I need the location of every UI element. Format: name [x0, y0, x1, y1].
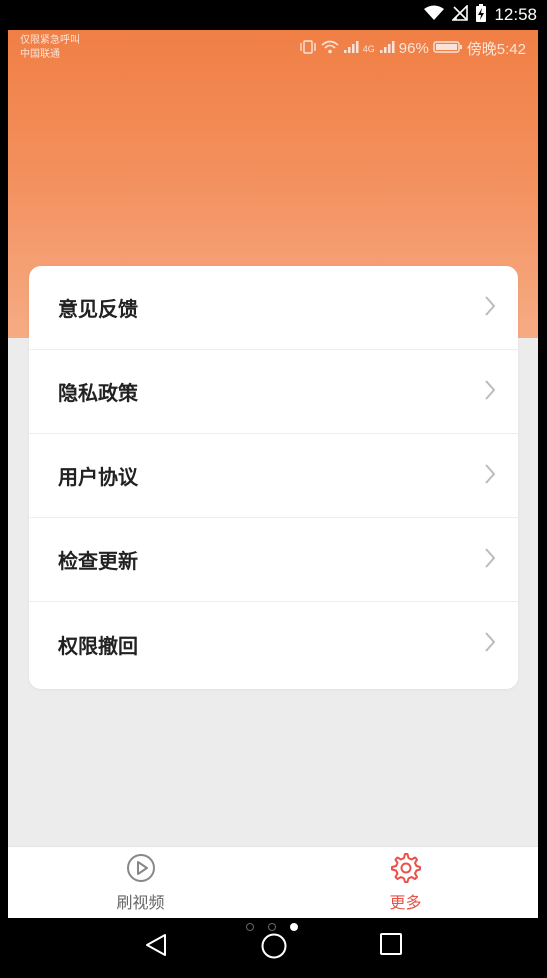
- tab-videos-label: 刷视频: [116, 892, 165, 912]
- menu-item-revoke-permissions[interactable]: 权限撤回: [29, 602, 518, 686]
- page-indicator-dot: [268, 923, 276, 931]
- system-clock: 12:58: [494, 5, 537, 24]
- menu-item-label: 用户协议: [58, 465, 138, 489]
- chevron-right-icon: [484, 295, 496, 321]
- chevron-right-icon: [484, 631, 496, 657]
- tab-more-label: 更多: [389, 892, 422, 912]
- inner-status-bar: 仅限紧急呼叫 中国联通 4G 96% 傍晚5:42: [8, 30, 538, 70]
- menu-item-label: 意见反馈: [58, 297, 138, 321]
- gear-icon: [390, 852, 421, 887]
- recents-button[interactable]: [379, 932, 403, 960]
- page-indicator: [246, 923, 298, 931]
- page-indicator-dot: [246, 923, 254, 931]
- menu-item-check-update[interactable]: 检查更新: [29, 518, 518, 602]
- chevron-right-icon: [484, 547, 496, 573]
- inner-status-icons: 4G 96% 傍晚5:42: [299, 38, 526, 59]
- chevron-right-icon: [484, 463, 496, 489]
- signal-icon: [451, 4, 469, 25]
- chevron-right-icon: [484, 379, 496, 405]
- menu-item-privacy-policy[interactable]: 隐私政策: [29, 350, 518, 434]
- system-navigation-bar: [0, 918, 547, 978]
- signal-strength-icon: [379, 40, 395, 58]
- system-status-bar: 12:58: [0, 0, 547, 30]
- carrier-line-1: 仅限紧急呼叫: [20, 35, 80, 46]
- menu-item-label: 检查更新: [58, 549, 138, 573]
- bottom-tab-bar: 刷视频 更多: [8, 846, 538, 918]
- menu-item-label: 权限撤回: [58, 633, 138, 658]
- signal-strength-icon: [343, 40, 359, 58]
- battery-icon: [433, 40, 463, 58]
- carrier-info: 仅限紧急呼叫 中国联通: [20, 34, 80, 62]
- wifi-icon: [424, 5, 445, 25]
- play-circle-icon: [126, 853, 156, 887]
- inner-clock: 傍晚5:42: [466, 41, 526, 58]
- menu-item-user-agreement[interactable]: 用户协议: [29, 434, 518, 518]
- tab-more[interactable]: 更多: [273, 847, 538, 918]
- wifi-icon: [321, 40, 339, 58]
- app-screen: 仅限紧急呼叫 中国联通 4G 96% 傍晚5:42 意见反馈 隐私政策 用户协议…: [8, 30, 538, 918]
- battery-percent: 96%: [398, 40, 429, 57]
- vibrate-icon: [299, 39, 317, 58]
- network-type: 4G: [362, 43, 375, 54]
- home-button[interactable]: [260, 932, 288, 964]
- page-indicator-dot-active: [290, 923, 298, 931]
- back-button[interactable]: [143, 932, 169, 962]
- carrier-line-2: 中国联通: [20, 49, 60, 60]
- battery-charging-icon: [476, 4, 487, 26]
- menu-item-feedback[interactable]: 意见反馈: [29, 266, 518, 350]
- menu-item-label: 隐私政策: [58, 381, 138, 405]
- settings-menu-card: 意见反馈 隐私政策 用户协议 检查更新 权限撤回: [29, 266, 518, 689]
- tab-videos[interactable]: 刷视频: [8, 847, 273, 918]
